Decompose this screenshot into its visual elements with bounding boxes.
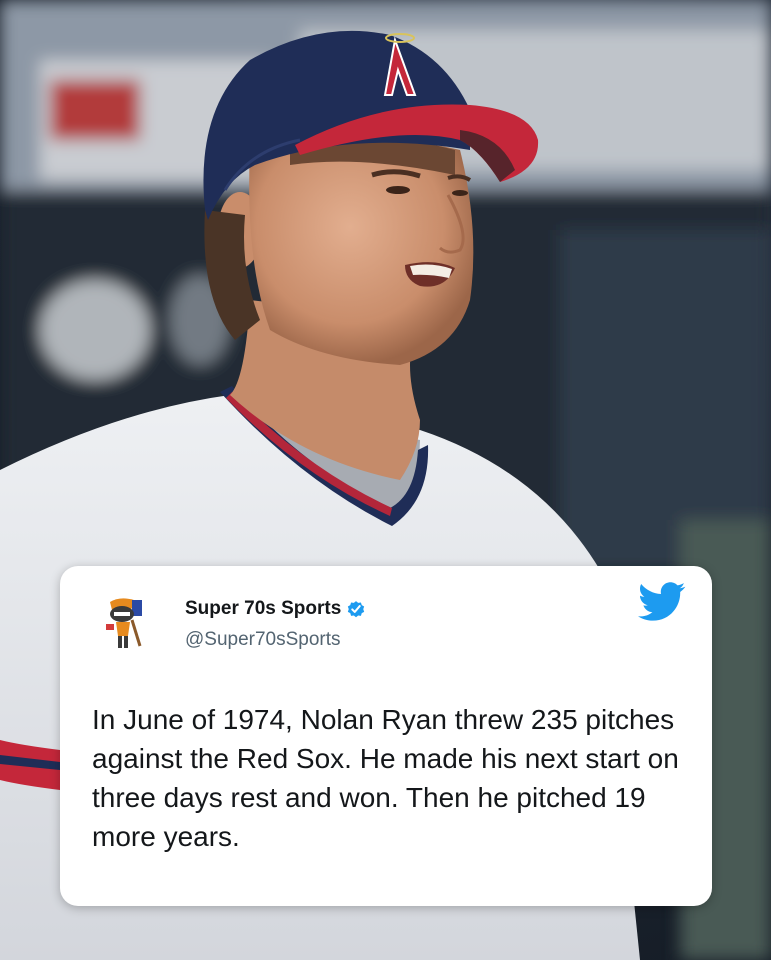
- profile-avatar[interactable]: [92, 590, 156, 654]
- super70s-logo-icon: [93, 591, 155, 653]
- twitter-bird-icon[interactable]: [638, 582, 686, 622]
- user-handle[interactable]: @Super70sSports: [185, 629, 341, 651]
- verified-badge-icon: [348, 601, 365, 618]
- display-name-text: Super 70s Sports: [185, 598, 342, 619]
- tweet-card[interactable]: Super 70s Sports @Super70sSports In June…: [60, 566, 712, 906]
- photo-background: Super 70s Sports @Super70sSports In June…: [0, 0, 771, 960]
- tweet-text: In June of 1974, Nolan Ryan threw 235 pi…: [92, 704, 679, 852]
- display-name[interactable]: Super 70s Sports: [185, 598, 366, 620]
